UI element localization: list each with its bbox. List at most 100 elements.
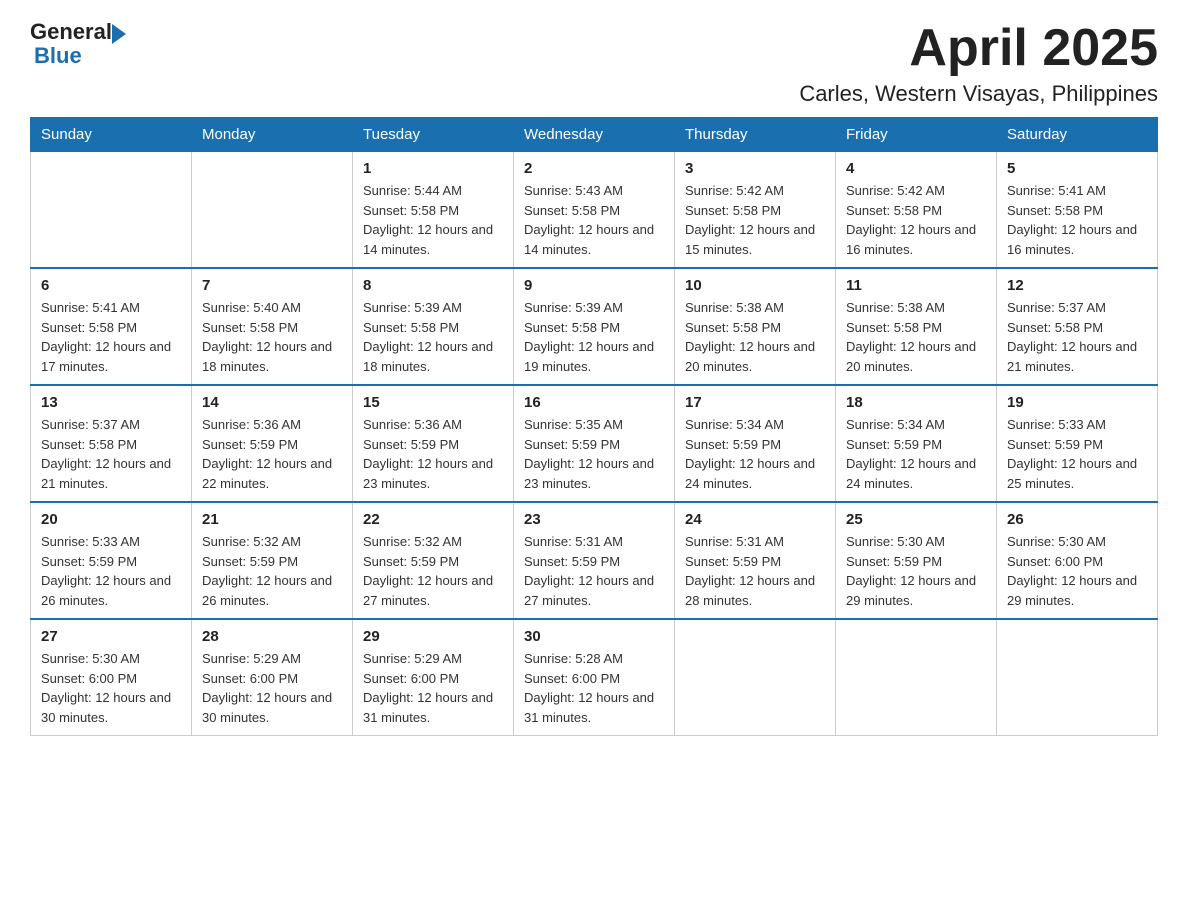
day-info: Sunrise: 5:38 AMSunset: 5:58 PMDaylight:…: [685, 298, 825, 376]
calendar-cell: 10Sunrise: 5:38 AMSunset: 5:58 PMDayligh…: [675, 268, 836, 385]
day-info: Sunrise: 5:32 AMSunset: 5:59 PMDaylight:…: [202, 532, 342, 610]
calendar-cell: [997, 619, 1158, 736]
day-info: Sunrise: 5:32 AMSunset: 5:59 PMDaylight:…: [363, 532, 503, 610]
day-number: 27: [41, 628, 181, 645]
day-number: 14: [202, 394, 342, 411]
day-number: 17: [685, 394, 825, 411]
calendar-cell: 26 Sunrise: 5:30 AMSunset: 6:00 PMDayligh…: [997, 502, 1158, 619]
day-info: Sunrise: 5:39 AMSunset: 5:58 PMDaylight:…: [363, 298, 503, 376]
calendar-cell: [675, 619, 836, 736]
title-block: April 2025 Carles, Western Visayas, Phil…: [799, 20, 1158, 107]
day-number: 1: [363, 160, 503, 177]
day-info: Sunrise: 5:44 AMSunset: 5:58 PMDaylight:…: [363, 181, 503, 259]
calendar-week-row: 20Sunrise: 5:33 AMSunset: 5:59 PMDayligh…: [31, 502, 1158, 619]
day-info: Sunrise: 5:31 AMSunset: 5:59 PMDaylight:…: [685, 532, 825, 610]
day-info: Sunrise: 5:28 AMSunset: 6:00 PMDaylight:…: [524, 649, 664, 727]
day-number: 2: [524, 160, 664, 177]
day-number: 28: [202, 628, 342, 645]
day-number: 20: [41, 511, 181, 528]
day-number: 13: [41, 394, 181, 411]
day-number: 6: [41, 277, 181, 294]
calendar-cell: 22 Sunrise: 5:32 AMSunset: 5:59 PMDayligh…: [353, 502, 514, 619]
day-info: Sunrise: 5:34 AMSunset: 5:59 PMDaylight:…: [685, 415, 825, 493]
day-number: 11: [846, 277, 986, 294]
calendar-cell: 20Sunrise: 5:33 AMSunset: 5:59 PMDayligh…: [31, 502, 192, 619]
day-number: 9: [524, 277, 664, 294]
month-title: April 2025: [799, 20, 1158, 77]
weekday-header-monday: Monday: [192, 118, 353, 152]
day-number: 4: [846, 160, 986, 177]
day-info: Sunrise: 5:36 AMSunset: 5:59 PMDaylight:…: [363, 415, 503, 493]
day-info: Sunrise: 5:40 AMSunset: 5:58 PMDaylight:…: [202, 298, 342, 376]
day-number: 7: [202, 277, 342, 294]
day-info: Sunrise: 5:30 AMSunset: 5:59 PMDaylight:…: [846, 532, 986, 610]
logo-text-blue: Blue: [34, 44, 126, 68]
calendar-cell: 8 Sunrise: 5:39 AMSunset: 5:58 PMDaylight…: [353, 268, 514, 385]
weekday-header-saturday: Saturday: [997, 118, 1158, 152]
calendar-cell: 3Sunrise: 5:42 AMSunset: 5:58 PMDaylight…: [675, 152, 836, 269]
day-number: 29: [363, 628, 503, 645]
calendar-week-row: 13 Sunrise: 5:37 AMSunset: 5:58 PMDayligh…: [31, 385, 1158, 502]
calendar-cell: 11 Sunrise: 5:38 AMSunset: 5:58 PMDayligh…: [836, 268, 997, 385]
logo-text-general: General: [30, 20, 112, 44]
calendar-cell: 23 Sunrise: 5:31 AMSunset: 5:59 PMDayligh…: [514, 502, 675, 619]
calendar-cell: [836, 619, 997, 736]
weekday-header-friday: Friday: [836, 118, 997, 152]
day-number: 30: [524, 628, 664, 645]
day-info: Sunrise: 5:33 AMSunset: 5:59 PMDaylight:…: [1007, 415, 1147, 493]
day-number: 22: [363, 511, 503, 528]
day-number: 19: [1007, 394, 1147, 411]
day-number: 5: [1007, 160, 1147, 177]
calendar-cell: 1 Sunrise: 5:44 AMSunset: 5:58 PMDaylight…: [353, 152, 514, 269]
calendar-cell: 25 Sunrise: 5:30 AMSunset: 5:59 PMDayligh…: [836, 502, 997, 619]
day-info: Sunrise: 5:43 AMSunset: 5:58 PMDaylight:…: [524, 181, 664, 259]
day-info: Sunrise: 5:37 AMSunset: 5:58 PMDaylight:…: [1007, 298, 1147, 376]
calendar-cell: 27 Sunrise: 5:30 AMSunset: 6:00 PMDayligh…: [31, 619, 192, 736]
day-info: Sunrise: 5:39 AMSunset: 5:58 PMDaylight:…: [524, 298, 664, 376]
day-number: 25: [846, 511, 986, 528]
day-info: Sunrise: 5:30 AMSunset: 6:00 PMDaylight:…: [41, 649, 181, 727]
calendar-cell: 18Sunrise: 5:34 AMSunset: 5:59 PMDayligh…: [836, 385, 997, 502]
calendar-cell: 19 Sunrise: 5:33 AMSunset: 5:59 PMDayligh…: [997, 385, 1158, 502]
day-info: Sunrise: 5:42 AMSunset: 5:58 PMDaylight:…: [685, 181, 825, 259]
calendar-cell: 15Sunrise: 5:36 AMSunset: 5:59 PMDayligh…: [353, 385, 514, 502]
calendar-cell: 14 Sunrise: 5:36 AMSunset: 5:59 PMDayligh…: [192, 385, 353, 502]
location-subtitle: Carles, Western Visayas, Philippines: [799, 81, 1158, 107]
day-info: Sunrise: 5:31 AMSunset: 5:59 PMDaylight:…: [524, 532, 664, 610]
day-number: 8: [363, 277, 503, 294]
day-info: Sunrise: 5:29 AMSunset: 6:00 PMDaylight:…: [202, 649, 342, 727]
day-info: Sunrise: 5:30 AMSunset: 6:00 PMDaylight:…: [1007, 532, 1147, 610]
day-number: 12: [1007, 277, 1147, 294]
calendar-cell: 21Sunrise: 5:32 AMSunset: 5:59 PMDayligh…: [192, 502, 353, 619]
calendar-cell: 4 Sunrise: 5:42 AMSunset: 5:58 PMDaylight…: [836, 152, 997, 269]
calendar-cell: 7 Sunrise: 5:40 AMSunset: 5:58 PMDaylight…: [192, 268, 353, 385]
day-info: Sunrise: 5:35 AMSunset: 5:59 PMDaylight:…: [524, 415, 664, 493]
day-info: Sunrise: 5:38 AMSunset: 5:58 PMDaylight:…: [846, 298, 986, 376]
calendar-cell: 28 Sunrise: 5:29 AMSunset: 6:00 PMDayligh…: [192, 619, 353, 736]
day-info: Sunrise: 5:41 AMSunset: 5:58 PMDaylight:…: [1007, 181, 1147, 259]
day-info: Sunrise: 5:42 AMSunset: 5:58 PMDaylight:…: [846, 181, 986, 259]
calendar-table: SundayMondayTuesdayWednesdayThursdayFrid…: [30, 117, 1158, 736]
day-info: Sunrise: 5:37 AMSunset: 5:58 PMDaylight:…: [41, 415, 181, 493]
day-info: Sunrise: 5:36 AMSunset: 5:59 PMDaylight:…: [202, 415, 342, 493]
day-info: Sunrise: 5:41 AMSunset: 5:58 PMDaylight:…: [41, 298, 181, 376]
calendar-cell: [192, 152, 353, 269]
calendar-cell: 17 Sunrise: 5:34 AMSunset: 5:59 PMDayligh…: [675, 385, 836, 502]
calendar-cell: 5 Sunrise: 5:41 AMSunset: 5:58 PMDaylight…: [997, 152, 1158, 269]
page-header: General Blue April 2025 Carles, Western …: [30, 20, 1158, 107]
calendar-cell: 30 Sunrise: 5:28 AMSunset: 6:00 PMDayligh…: [514, 619, 675, 736]
day-info: Sunrise: 5:34 AMSunset: 5:59 PMDaylight:…: [846, 415, 986, 493]
calendar-cell: 24Sunrise: 5:31 AMSunset: 5:59 PMDayligh…: [675, 502, 836, 619]
calendar-cell: 2 Sunrise: 5:43 AMSunset: 5:58 PMDaylight…: [514, 152, 675, 269]
weekday-header-tuesday: Tuesday: [353, 118, 514, 152]
day-number: 26: [1007, 511, 1147, 528]
day-number: 16: [524, 394, 664, 411]
weekday-header-thursday: Thursday: [675, 118, 836, 152]
calendar-cell: 16 Sunrise: 5:35 AMSunset: 5:59 PMDayligh…: [514, 385, 675, 502]
calendar-week-row: 27 Sunrise: 5:30 AMSunset: 6:00 PMDayligh…: [31, 619, 1158, 736]
logo: General Blue: [30, 20, 126, 68]
calendar-week-row: 6 Sunrise: 5:41 AMSunset: 5:58 PMDaylight…: [31, 268, 1158, 385]
day-number: 23: [524, 511, 664, 528]
calendar-cell: 13 Sunrise: 5:37 AMSunset: 5:58 PMDayligh…: [31, 385, 192, 502]
calendar-cell: 9 Sunrise: 5:39 AMSunset: 5:58 PMDaylight…: [514, 268, 675, 385]
